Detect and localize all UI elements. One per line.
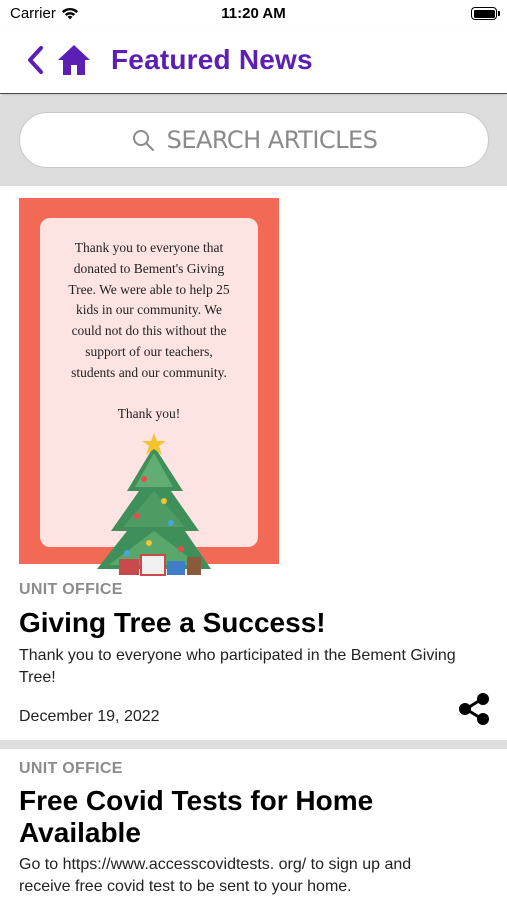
chevron-left-icon — [28, 46, 43, 74]
article-card[interactable]: UNIT OFFICE Free Covid Tests for Home Av… — [0, 749, 507, 900]
status-time: 11:20 AM — [221, 5, 286, 22]
search-input[interactable]: SEARCH ARTICLES — [19, 112, 489, 168]
share-icon — [459, 693, 489, 725]
home-icon — [58, 45, 90, 75]
home-button[interactable] — [56, 43, 92, 77]
christmas-tree-illustration — [97, 433, 211, 576]
article-date: December 19, 2022 — [19, 708, 160, 725]
back-button[interactable] — [24, 44, 48, 76]
article-title[interactable]: Giving Tree a Success! — [19, 607, 479, 639]
share-button[interactable] — [457, 692, 491, 726]
article-summary: Go to https://www.accesscovidtests. org/… — [19, 856, 412, 895]
battery-level — [473, 9, 495, 18]
article-summary: Thank you to everyone who participated i… — [19, 647, 456, 686]
battery-tip — [498, 11, 500, 16]
article-card[interactable]: Thank you to everyone that donated to Be… — [0, 186, 507, 740]
article-title[interactable]: Free Covid Tests for Home Available — [19, 785, 479, 849]
navigation-bar: Featured News — [0, 28, 507, 94]
article-divider — [0, 740, 507, 749]
search-bar-container: SEARCH ARTICLES — [0, 96, 507, 186]
battery-icon — [471, 7, 500, 20]
page-title: Featured News — [111, 44, 313, 75]
image-note-text: Thank you to everyone that donated to Be… — [68, 240, 230, 422]
search-icon — [132, 130, 154, 151]
search-placeholder: SEARCH ARTICLES — [166, 126, 378, 154]
status-bar: Carrier 11:20 AM — [0, 0, 507, 28]
article-image[interactable]: Thank you to everyone that donated to Be… — [19, 198, 279, 576]
article-category: UNIT OFFICE — [19, 760, 123, 777]
article-category: UNIT OFFICE — [19, 581, 123, 598]
